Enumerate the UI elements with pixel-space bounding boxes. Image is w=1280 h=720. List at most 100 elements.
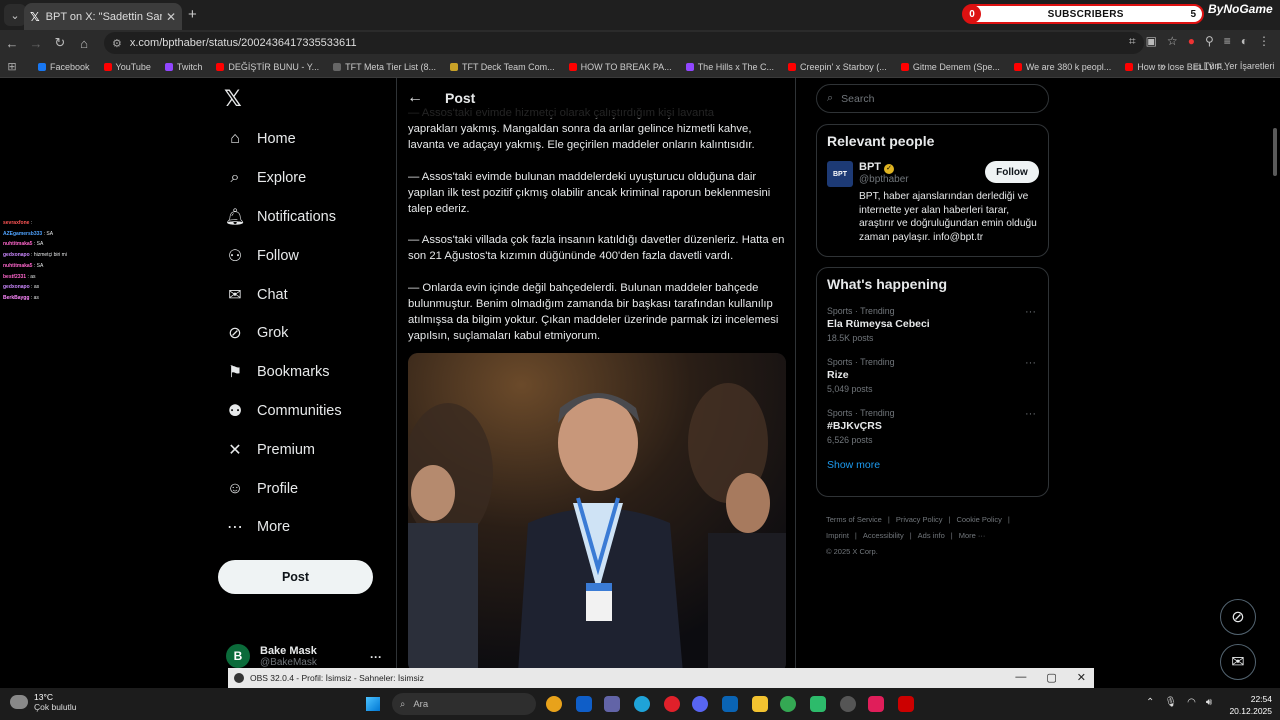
- word-taskbar-icon[interactable]: [576, 696, 592, 712]
- bookmark-item[interactable]: DEĞİŞTİR BUNU - Y...: [216, 62, 319, 72]
- extension-opera-icon[interactable]: ●: [1188, 34, 1195, 49]
- wifi-icon[interactable]: ◠: [1187, 697, 1196, 708]
- nav-item-premium[interactable]: ✕ Premium: [222, 430, 342, 469]
- bookmark-item[interactable]: Facebook: [38, 62, 90, 72]
- nav-item-chat[interactable]: ✉ Chat: [222, 275, 342, 314]
- post-photo[interactable]: [408, 353, 786, 668]
- forward-icon[interactable]: →: [24, 36, 48, 51]
- extensions-icon[interactable]: ⚲: [1205, 34, 1214, 49]
- back-arrow-icon[interactable]: ←: [407, 89, 427, 107]
- grok-fab-button[interactable]: ⊘: [1220, 599, 1256, 635]
- browser-menu-icon[interactable]: ⋮: [1258, 34, 1270, 49]
- show-more-link[interactable]: Show more: [827, 459, 1038, 471]
- trend-more-icon[interactable]: ···: [1025, 408, 1036, 420]
- bookmark-item[interactable]: Creepin' x Starboy (...: [788, 62, 887, 72]
- bookmark-item[interactable]: TFT Meta Tier List (8...: [333, 62, 436, 72]
- volume-icon[interactable]: 🔊︎: [1206, 697, 1212, 708]
- browser-tab[interactable]: 𝕏 BPT on X: "Sadettin Saran'ın ifa ✕: [24, 3, 182, 30]
- windows-start-icon[interactable]: [366, 697, 380, 711]
- footer-link[interactable]: Accessibility: [863, 531, 904, 540]
- back-icon[interactable]: ←: [0, 36, 24, 51]
- opera-taskbar-icon[interactable]: [664, 696, 680, 712]
- obs-taskbar-icon[interactable]: [840, 696, 856, 712]
- bookmark-item[interactable]: YouTube: [103, 62, 151, 72]
- mic-icon[interactable]: 🎙︎: [1164, 697, 1177, 708]
- bookmark-item[interactable]: Twitch: [164, 62, 202, 72]
- app-taskbar-icon[interactable]: [810, 696, 826, 712]
- chrome2-taskbar-icon[interactable]: [780, 696, 796, 712]
- url-field[interactable]: ⚙ x.com/bpthaber/status/2002436417335533…: [104, 32, 1144, 54]
- nav-item-follow[interactable]: ⚇ Follow: [222, 236, 342, 275]
- media-icon[interactable]: ≡: [1224, 34, 1231, 49]
- footer-link[interactable]: Cookie Policy: [956, 515, 1001, 524]
- footer-link[interactable]: © 2025 X Corp.: [826, 547, 878, 556]
- minimize-icon[interactable]: —: [1015, 671, 1026, 684]
- nav-item-home[interactable]: ⌂ Home: [222, 120, 342, 159]
- tab-search-button[interactable]: ⌄: [4, 4, 26, 26]
- bookmark-item[interactable]: TFT Deck Team Com...: [449, 62, 555, 72]
- search-input[interactable]: ⌕ Search: [816, 84, 1049, 113]
- translate-icon[interactable]: ⌗: [1129, 34, 1136, 49]
- bookmarks-overflow-icon[interactable]: »: [1160, 61, 1166, 73]
- apps-grid-icon[interactable]: ⊞: [0, 60, 24, 73]
- all-bookmarks[interactable]: ▭ Tüm Yer İşaretleri: [1193, 61, 1274, 72]
- new-tab-button[interactable]: +: [188, 6, 197, 23]
- page-scrollbar[interactable]: [1273, 128, 1277, 176]
- nav-item-communities[interactable]: ⚉ Communities: [222, 392, 342, 431]
- footer-link[interactable]: Terms of Service: [826, 515, 882, 524]
- explorer-taskbar-icon[interactable]: [752, 696, 768, 712]
- trend-item[interactable]: Sports · Trending #BJKvÇRS 6,526 posts ···: [827, 408, 1038, 445]
- youtube-taskbar-icon[interactable]: [898, 696, 914, 712]
- nav-item-bookmarks[interactable]: ⚑ Bookmarks: [222, 353, 342, 392]
- trend-more-icon[interactable]: ···: [1025, 357, 1036, 369]
- account-more-icon[interactable]: ···: [370, 650, 382, 664]
- mail-taskbar-icon[interactable]: [722, 696, 738, 712]
- taskbar-search[interactable]: ⌕ Ara: [392, 693, 536, 715]
- messages-fab-button[interactable]: ✉: [1220, 644, 1256, 680]
- obs-window-titlebar[interactable]: OBS 32.0.4 - Profil: İsimsiz - Sahneler:…: [228, 668, 1094, 688]
- close-icon[interactable]: ✕: [1077, 671, 1086, 684]
- weather-widget[interactable]: 13°C Çok bulutlu: [10, 692, 77, 712]
- x-logo-icon[interactable]: 𝕏: [224, 86, 242, 112]
- home-browser-icon[interactable]: ⌂: [72, 36, 96, 51]
- footer-link[interactable]: Imprint: [826, 531, 849, 540]
- profile-browser-icon[interactable]: ◐: [1241, 34, 1248, 49]
- teams-taskbar-icon[interactable]: [604, 696, 620, 712]
- nav-item-explore[interactable]: ⌕ Explore: [222, 159, 342, 198]
- follow-button[interactable]: Follow: [985, 161, 1039, 183]
- nav-item-grok[interactable]: ⊘ Grok: [222, 314, 342, 353]
- post-button[interactable]: Post: [218, 560, 373, 594]
- bookmark-item[interactable]: HOW TO BREAK PA...: [568, 62, 672, 72]
- trend-more-icon[interactable]: ···: [1025, 306, 1036, 318]
- footer-link[interactable]: Ads info: [918, 531, 945, 540]
- chat-text: SA: [36, 241, 44, 248]
- post-text: — Assos'taki evimde hizmetçi olarak çalı…: [408, 106, 788, 361]
- account-switcher[interactable]: B Bake Mask @BakeMask: [226, 644, 317, 668]
- bookmark-item[interactable]: We are 380 k peopl...: [1013, 62, 1111, 72]
- trend-item[interactable]: Sports · Trending Rize 5,049 posts ···: [827, 357, 1038, 394]
- footer-link[interactable]: More ···: [959, 531, 986, 540]
- site-info-icon[interactable]: ⚙: [112, 37, 122, 50]
- install-icon[interactable]: ▣: [1146, 34, 1157, 49]
- reload-icon[interactable]: ↻: [48, 35, 72, 51]
- footer-link[interactable]: Privacy Policy: [896, 515, 943, 524]
- star-icon[interactable]: ☆: [1167, 34, 1178, 49]
- tiktok-taskbar-icon[interactable]: [868, 696, 884, 712]
- chrome-taskbar-icon[interactable]: [546, 696, 562, 712]
- relevant-person[interactable]: BPT BPT ✓ @bpthaber Follow: [827, 161, 1039, 187]
- maximize-icon[interactable]: ▢: [1046, 671, 1056, 684]
- bookmark-item[interactable]: The Hills x The C...: [685, 62, 774, 72]
- verified-badge-icon: ✓: [884, 164, 894, 174]
- tab-close-icon[interactable]: ✕: [166, 10, 176, 24]
- nav-item-more[interactable]: ⋯ More: [222, 508, 342, 547]
- edge-taskbar-icon[interactable]: [634, 696, 650, 712]
- obs-title: OBS 32.0.4 - Profil: İsimsiz - Sahneler:…: [250, 673, 424, 683]
- clock[interactable]: 22:54 20.12.2025: [1228, 693, 1272, 717]
- bookmark-item[interactable]: Gitme Demem (Spe...: [900, 62, 1000, 72]
- nav-item-notifications[interactable]: 🔔︎ Notifications: [222, 198, 342, 237]
- chevron-up-icon[interactable]: ⌃: [1146, 697, 1154, 708]
- trend-item[interactable]: Sports · Trending Ela Rümeysa Cebeci 18.5K…: [827, 306, 1038, 343]
- discord-taskbar-icon[interactable]: [692, 696, 708, 712]
- bookmark-favicon-icon: [164, 62, 173, 71]
- nav-item-profile[interactable]: ☺ Profile: [222, 469, 342, 508]
